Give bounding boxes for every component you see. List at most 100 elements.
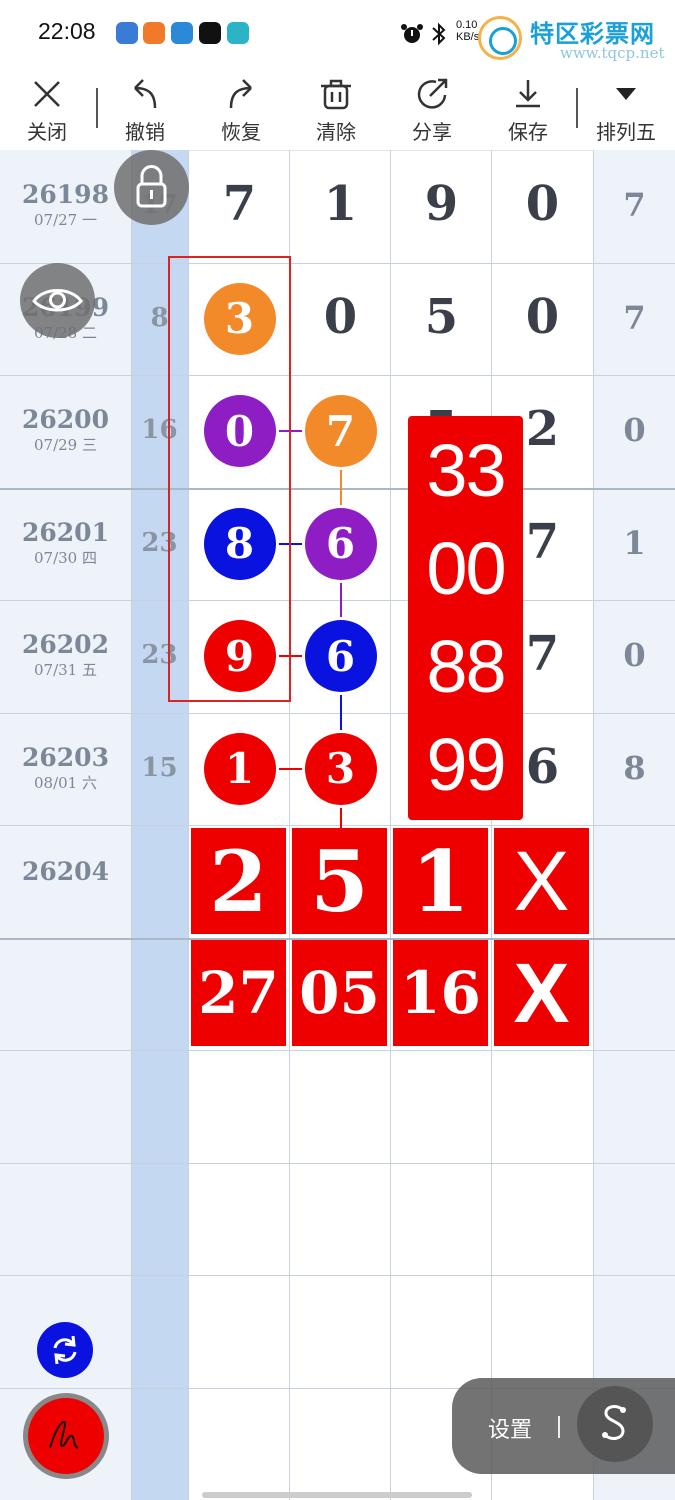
issue-number: 26204 (22, 857, 109, 886)
highlight-number-block[interactable]: 33 00 88 99 (408, 416, 523, 820)
selection-rectangle[interactable] (168, 256, 291, 702)
issue-date: 07/29 三 (34, 436, 97, 454)
draw-digit[interactable]: 0 (492, 176, 593, 232)
status-bar: 22:08 0.10 KB/s 特区彩票网 www.tqcp.net (0, 0, 675, 66)
grid-row-line (0, 263, 675, 264)
prediction-cell[interactable]: 2 (191, 828, 286, 934)
grid-row-line (0, 1050, 675, 1051)
prediction-cell[interactable]: 16 (393, 940, 488, 1046)
app-notification-icon (171, 22, 193, 44)
issue-date: 08/01 六 (34, 773, 97, 792)
highlight-number: 33 (426, 429, 506, 512)
prediction-cell[interactable]: 5 (292, 828, 387, 934)
dropdown-triangle-icon (616, 88, 636, 100)
issue-cell: 26204 (0, 857, 131, 886)
prediction-cell[interactable]: X (494, 828, 589, 934)
close-button[interactable]: 关闭 (7, 66, 87, 145)
s-logo-icon (602, 1405, 626, 1440)
app-notification-icon (116, 22, 138, 44)
settings-panel[interactable]: 设置 (452, 1378, 675, 1474)
issue-cell: 26200 07/29 三 (0, 405, 131, 455)
visibility-toggle-button[interactable] (20, 263, 95, 338)
grid-row-line (0, 600, 675, 601)
issue-number: 26201 (22, 517, 109, 547)
prediction-cell[interactable]: 27 (191, 940, 286, 1046)
watermark-url: www.tqcp.net (560, 44, 665, 62)
refresh-button[interactable] (37, 1322, 93, 1378)
redo-button[interactable]: 恢复 (201, 66, 281, 145)
issue-cell: 26202 07/31 五 (0, 630, 131, 680)
highlight-number: 99 (426, 723, 506, 806)
undo-button[interactable]: 撤销 (105, 66, 185, 145)
toolbar: 关闭 撤销 恢复 清除 分享 保存 排列五 (0, 66, 675, 151)
issue-number: 26200 (22, 405, 109, 434)
bluetooth-icon (432, 22, 446, 46)
redo-label: 恢复 (221, 120, 261, 144)
lock-button[interactable] (114, 150, 189, 225)
draw-digit[interactable]: 7 (189, 176, 290, 232)
net-speed-unit: KB/s (456, 31, 480, 43)
draw-digit[interactable]: 5 (391, 289, 492, 345)
share-icon (417, 78, 448, 109)
grid-row-line (0, 713, 675, 714)
issue-number: 26203 (22, 742, 109, 772)
draw-digit[interactable]: 9 (391, 176, 492, 232)
marked-number-ball[interactable]: 3 (304, 732, 377, 805)
close-label: 关闭 (27, 120, 67, 144)
draw-pen-button[interactable] (28, 1398, 104, 1474)
clear-label: 清除 (316, 120, 356, 144)
issue-cell: 26198 07/27 一 (0, 180, 131, 230)
app-notification-icon (227, 22, 249, 44)
issue-number: 26202 (22, 630, 109, 659)
marked-number-ball[interactable]: 1 (203, 732, 276, 805)
sum-value: 0 (623, 636, 646, 674)
sum-value: 0 (623, 411, 646, 449)
marked-number-ball[interactable]: 6 (304, 620, 377, 693)
highlight-number: 00 (426, 527, 506, 610)
marked-number-ball[interactable]: 6 (304, 507, 377, 580)
home-indicator (202, 1492, 472, 1498)
issue-number: 26198 (22, 180, 109, 209)
settings-button[interactable]: 设置 (488, 1412, 532, 1444)
s-menu-button[interactable] (577, 1386, 653, 1462)
marked-number-ball[interactable]: 7 (304, 395, 377, 468)
grid-row-line (0, 1275, 675, 1276)
alarm-icon (401, 24, 423, 43)
clear-button[interactable]: 清除 (296, 66, 376, 145)
net-speed: 0.10 KB/s (456, 19, 479, 43)
app-notification-icon (143, 22, 165, 44)
trash-icon (321, 79, 351, 110)
draw-digit[interactable]: 0 (492, 289, 593, 345)
trend-chart-grid[interactable]: 2619807/27 一17719072619907/28 二805072620… (0, 150, 675, 1500)
lottery-mode-dropdown[interactable]: 排列五 (586, 66, 666, 145)
save-label: 保存 (508, 120, 548, 144)
sum-value: 7 (623, 298, 646, 337)
draw-digit[interactable]: 0 (290, 289, 391, 345)
grid-row-line (0, 825, 675, 826)
miss-count: 15 (141, 752, 178, 783)
sum-value: 1 (623, 523, 646, 562)
net-speed-value: 0.10 (456, 19, 478, 31)
prediction-cell[interactable]: 1 (393, 828, 488, 934)
watermark-logo-icon (478, 16, 522, 60)
signature-icon (49, 1420, 79, 1449)
highlight-number: 88 (426, 625, 506, 708)
issue-cell: 26201 07/30 四 (0, 518, 131, 568)
issue-date: 07/31 五 (34, 661, 97, 679)
tiktok-icon (199, 22, 221, 44)
redo-icon (229, 79, 252, 109)
issue-date: 07/30 四 (34, 548, 97, 567)
save-button[interactable]: 保存 (488, 66, 568, 145)
toolbar-divider (96, 88, 98, 128)
share-button[interactable]: 分享 (392, 66, 472, 145)
prediction-cell[interactable]: X (494, 940, 589, 1046)
grid-row-line (0, 488, 675, 490)
status-time: 22:08 (38, 18, 96, 44)
draw-digit[interactable]: 1 (290, 176, 391, 232)
prediction-cell[interactable]: 05 (292, 940, 387, 1046)
sum-value: 8 (623, 748, 646, 787)
eye-icon (32, 289, 83, 312)
grid-row-line (0, 1163, 675, 1164)
sum-value: 7 (623, 186, 646, 224)
lottery-mode-label: 排列五 (596, 120, 656, 144)
